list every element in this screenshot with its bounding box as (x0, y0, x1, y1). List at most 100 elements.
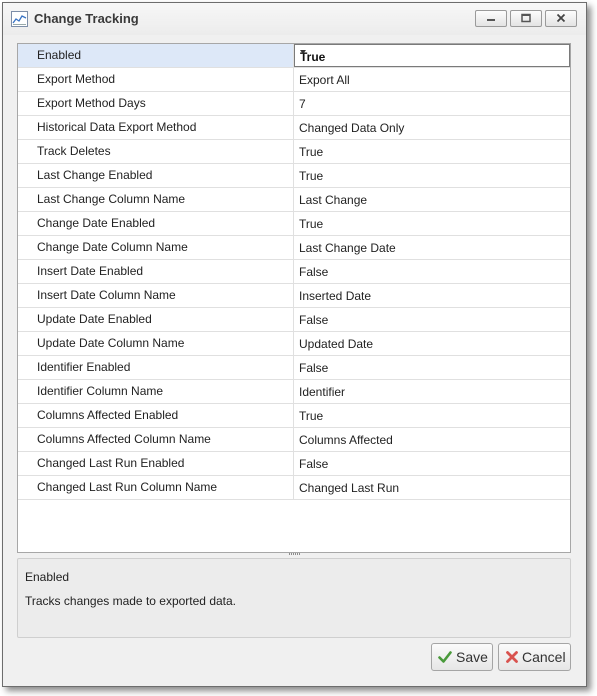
description-text: Tracks changes made to exported data. (25, 594, 237, 608)
property-name-cell[interactable]: Changed Last Run Enabled (18, 452, 294, 475)
chevron-down-icon[interactable] (300, 50, 306, 54)
property-name: Insert Date Column Name (37, 288, 176, 302)
property-value-cell[interactable]: Identifier (294, 380, 570, 403)
change-tracking-dialog: Change Tracking Enabled True Export Method… (2, 2, 587, 687)
property-value-cell[interactable]: False (294, 260, 570, 283)
property-name: Change Date Enabled (37, 216, 156, 230)
grip-icon (289, 553, 301, 555)
property-value: True (299, 217, 324, 231)
property-value-cell[interactable]: 7 (294, 92, 570, 115)
table-row[interactable]: Export Method Days 7 (18, 92, 570, 116)
property-name-cell[interactable]: Columns Affected Enabled (18, 404, 294, 427)
table-row[interactable]: Track Deletes True (18, 140, 570, 164)
property-name: Columns Affected Column Name (37, 432, 211, 446)
property-name-cell[interactable]: Last Change Enabled (18, 164, 294, 187)
property-value-cell[interactable]: Last Change (294, 188, 570, 211)
property-name: Export Method Days (37, 96, 146, 110)
property-value: Identifier (299, 385, 346, 399)
table-row[interactable]: Export Method Export All (18, 68, 570, 92)
property-value-cell[interactable]: True (294, 212, 570, 235)
property-name: Last Change Column Name (37, 192, 186, 206)
maximize-button[interactable] (510, 10, 542, 27)
table-row[interactable]: Columns Affected Column Name Columns Affe… (18, 428, 570, 452)
table-row[interactable]: Historical Data Export Method Changed Dat… (18, 116, 570, 140)
property-name-cell[interactable]: Insert Date Enabled (18, 260, 294, 283)
property-grid[interactable]: Enabled True Export Method Export All Export… (17, 43, 571, 553)
checkmark-icon (438, 650, 452, 664)
property-name: Enabled (37, 48, 82, 62)
table-row[interactable]: Identifier Enabled False (18, 356, 570, 380)
property-value-cell[interactable]: False (294, 356, 570, 379)
property-value: Changed Data Only (299, 121, 405, 135)
property-value-cell[interactable]: Columns Affected (294, 428, 570, 451)
table-row[interactable]: Insert Date Column Name Inserted Date (18, 284, 570, 308)
description-panel: Enabled Tracks changes made to exported … (17, 558, 571, 638)
property-name: Historical Data Export Method (37, 120, 197, 134)
property-name: Columns Affected Enabled (37, 408, 179, 422)
property-value-cell[interactable]: Last Change Date (294, 236, 570, 259)
table-row[interactable]: Changed Last Run Enabled False (18, 452, 570, 476)
table-row[interactable]: Last Change Column Name Last Change (18, 188, 570, 212)
table-row[interactable]: Changed Last Run Column Name Changed Last… (18, 476, 570, 500)
table-row[interactable]: Last Change Enabled True (18, 164, 570, 188)
property-name: Change Date Column Name (37, 240, 188, 254)
table-row[interactable]: Identifier Column Name Identifier (18, 380, 570, 404)
table-row[interactable]: Update Date Enabled False (18, 308, 570, 332)
property-value: Columns Affected (299, 433, 393, 447)
window-title: Change Tracking (34, 11, 139, 26)
property-value: True (299, 145, 324, 159)
close-button[interactable] (545, 10, 577, 27)
property-value-cell[interactable]: False (294, 452, 570, 475)
table-row[interactable]: Insert Date Enabled False (18, 260, 570, 284)
table-row[interactable]: Change Date Column Name Last Change Date (18, 236, 570, 260)
property-value-cell[interactable]: False (294, 308, 570, 331)
property-name-cell[interactable]: Identifier Column Name (18, 380, 294, 403)
property-value-cell[interactable]: Export All (294, 68, 570, 91)
property-value: 7 (299, 97, 306, 111)
save-label: Save (456, 649, 488, 665)
property-value: Last Change Date (299, 241, 396, 255)
property-value-cell[interactable]: True (294, 140, 570, 163)
title-bar[interactable]: Change Tracking (3, 3, 586, 35)
table-row[interactable]: Enabled True (18, 44, 570, 68)
property-name-cell[interactable]: Columns Affected Column Name (18, 428, 294, 451)
table-row[interactable]: Change Date Enabled True (18, 212, 570, 236)
table-row[interactable]: Columns Affected Enabled True (18, 404, 570, 428)
description-title: Enabled (25, 570, 70, 584)
property-value: Updated Date (299, 337, 374, 351)
property-name-cell[interactable]: Changed Last Run Column Name (18, 476, 294, 499)
cancel-button[interactable]: Cancel (498, 643, 571, 671)
property-name-cell[interactable]: Change Date Column Name (18, 236, 294, 259)
property-value-cell[interactable]: Inserted Date (294, 284, 570, 307)
property-name-cell[interactable]: Insert Date Column Name (18, 284, 294, 307)
table-row[interactable]: Update Date Column Name Updated Date (18, 332, 570, 356)
property-name-cell[interactable]: Update Date Enabled (18, 308, 294, 331)
property-value: Last Change (299, 193, 368, 207)
property-name-cell[interactable]: Historical Data Export Method (18, 116, 294, 139)
enabled-dropdown[interactable]: True (294, 44, 570, 67)
property-value: False (299, 313, 329, 327)
property-name-cell[interactable]: Export Method (18, 68, 294, 91)
property-name: Changed Last Run Column Name (37, 480, 218, 494)
property-value: Export All (299, 73, 350, 87)
property-value: False (299, 265, 329, 279)
property-name-cell[interactable]: Change Date Enabled (18, 212, 294, 235)
property-name: Track Deletes (37, 144, 111, 158)
chart-icon (11, 11, 28, 27)
property-name-cell[interactable]: Identifier Enabled (18, 356, 294, 379)
minimize-button[interactable] (475, 10, 507, 27)
property-name-cell[interactable]: Last Change Column Name (18, 188, 294, 211)
property-value-cell[interactable]: Updated Date (294, 332, 570, 355)
property-value: Inserted Date (299, 289, 372, 303)
property-name-cell[interactable]: Track Deletes (18, 140, 294, 163)
save-button[interactable]: Save (431, 643, 493, 671)
property-value-cell[interactable]: True (294, 164, 570, 187)
x-icon (505, 650, 519, 664)
property-value-cell[interactable]: True (294, 404, 570, 427)
property-value-cell[interactable]: Changed Data Only (294, 116, 570, 139)
property-value-cell[interactable]: Changed Last Run (294, 476, 570, 499)
property-name-cell[interactable]: Export Method Days (18, 92, 294, 115)
property-value: True (299, 409, 324, 423)
property-name-cell[interactable]: Enabled (18, 44, 294, 67)
property-name-cell[interactable]: Update Date Column Name (18, 332, 294, 355)
